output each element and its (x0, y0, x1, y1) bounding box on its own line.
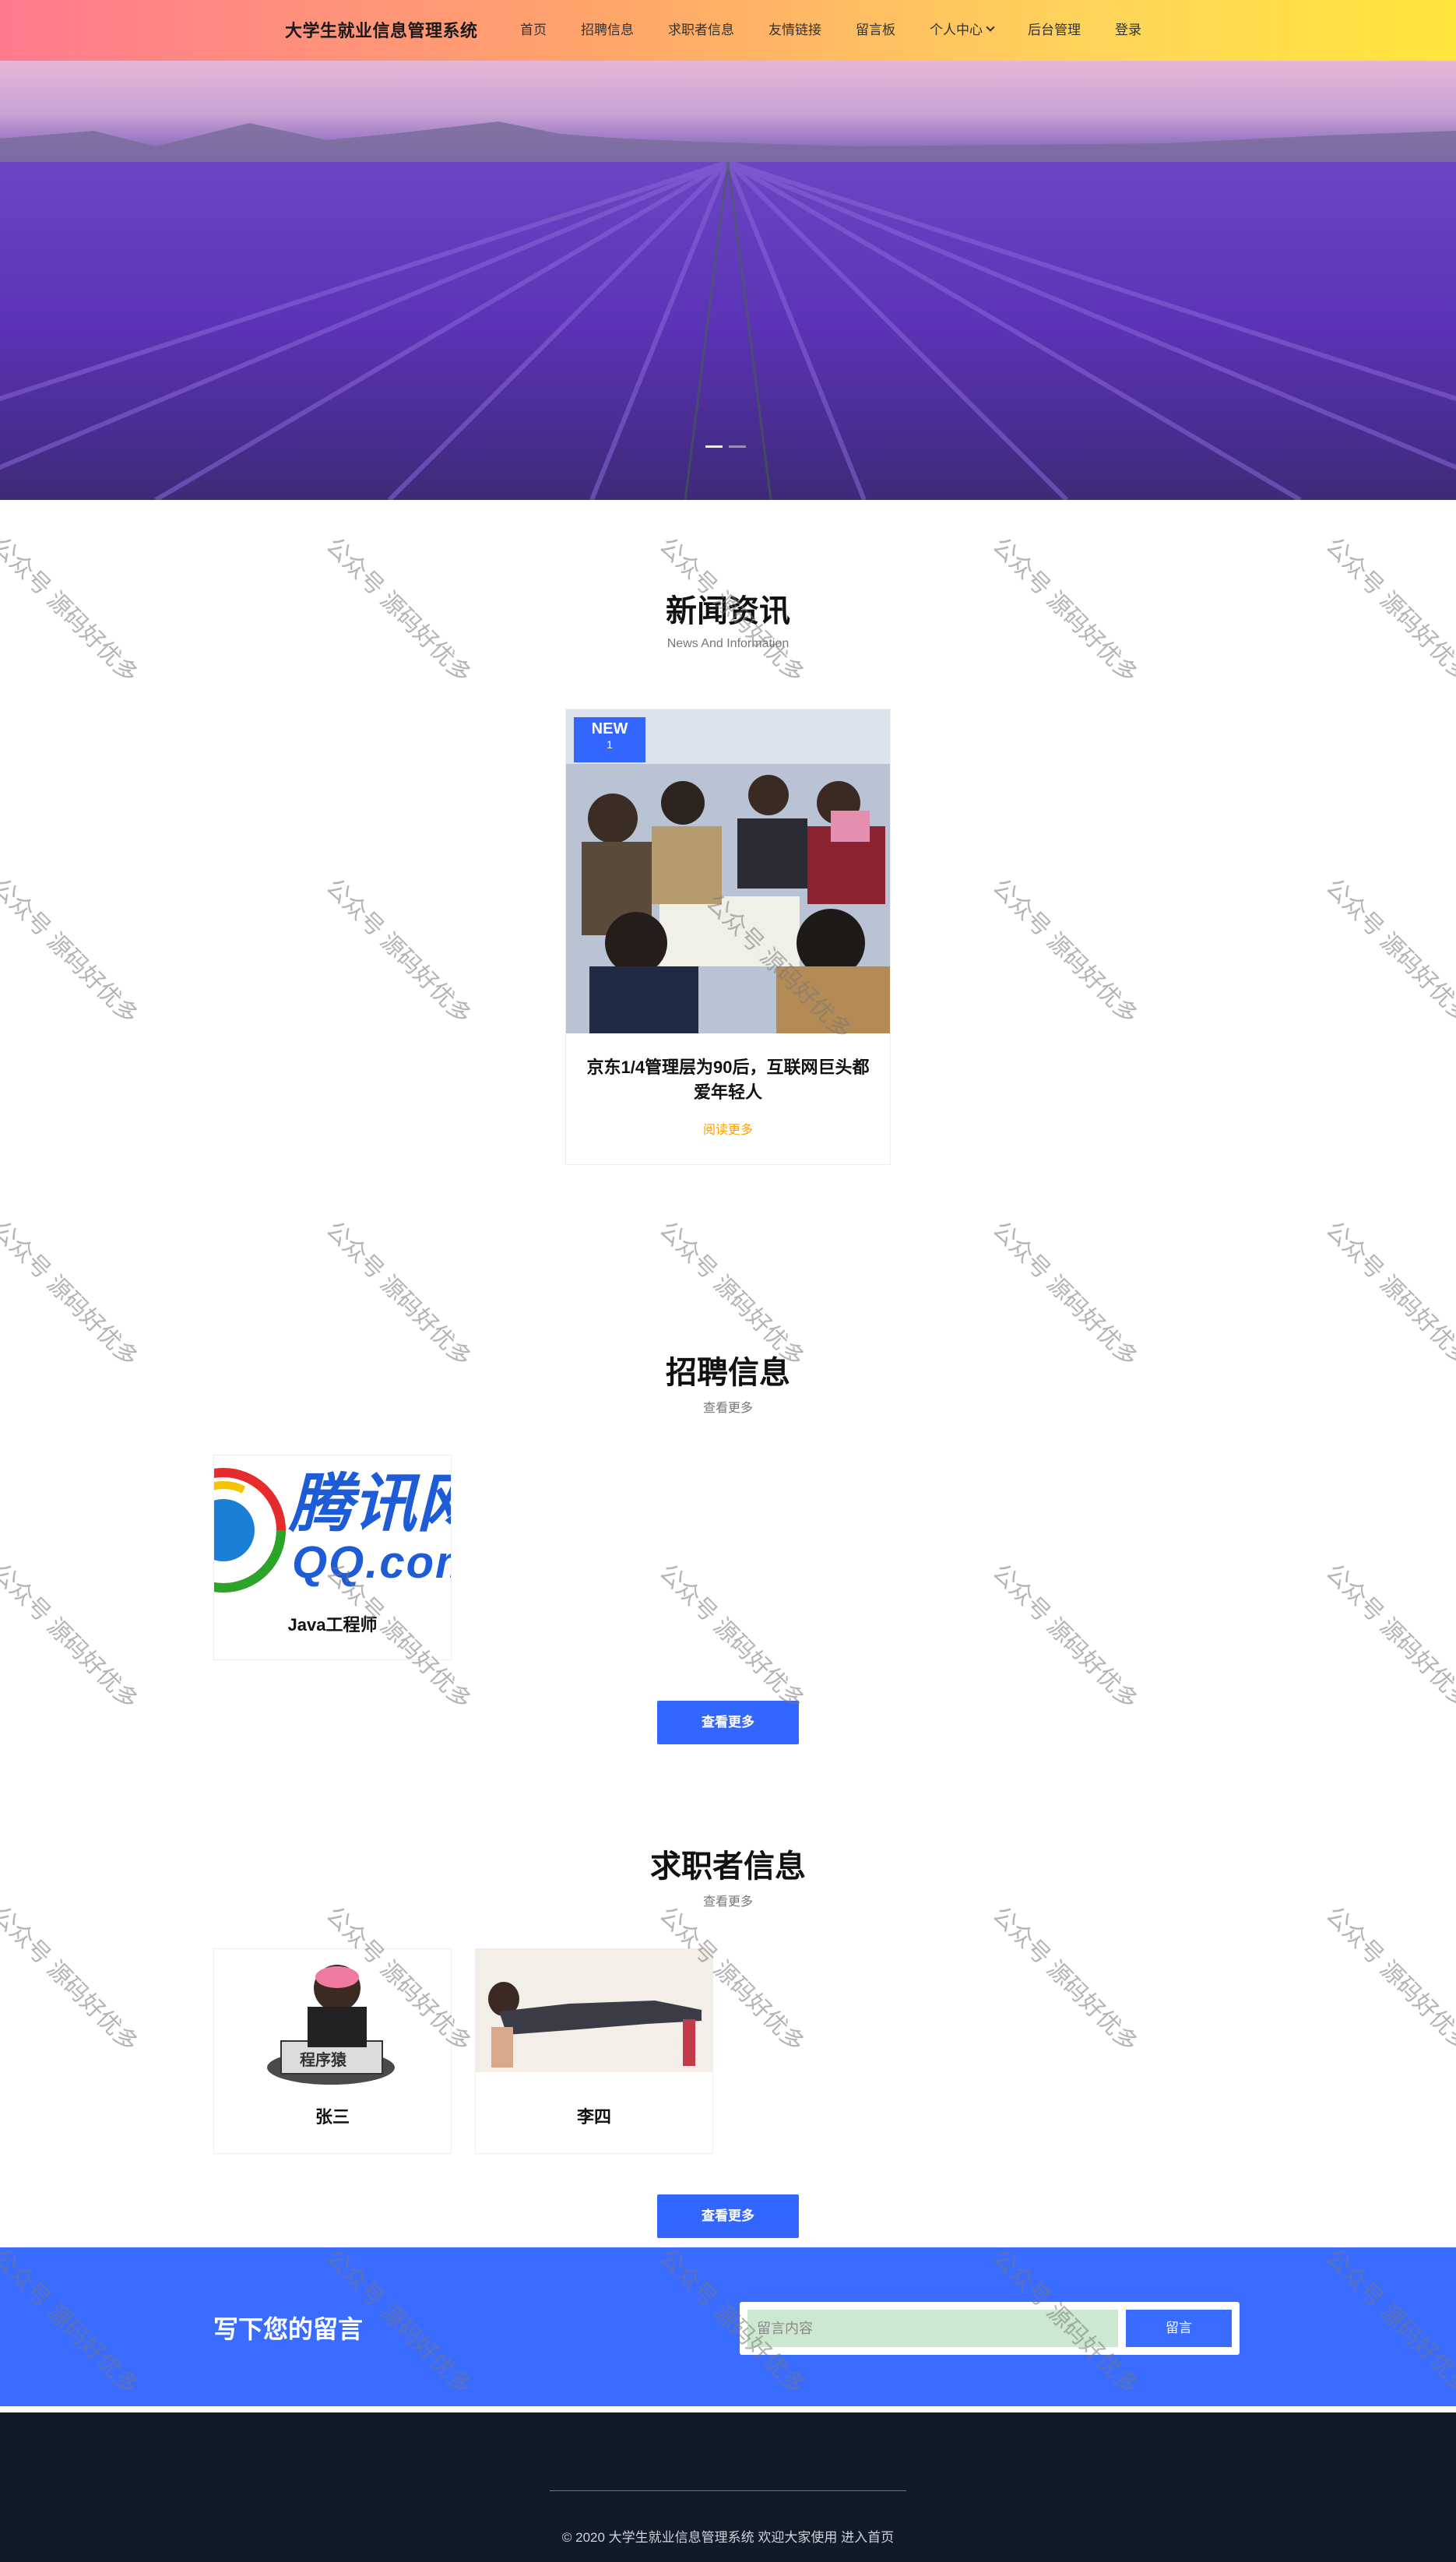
message-title: 写下您的留言 (213, 2315, 364, 2343)
watermark: 公众号 源码好优多 (0, 874, 143, 1029)
seeker-card[interactable]: 李四 (475, 1948, 713, 2154)
news-image: NEW 1 (566, 709, 890, 1033)
carousel-indicators (705, 445, 746, 448)
company-logo-text: 腾讯网 (289, 1469, 451, 1540)
new-badge-number: 1 (607, 738, 613, 751)
nav-jobs-label: 招聘信息 (581, 23, 634, 37)
message-section: 写下您的留言 留言 (0, 2247, 1456, 2406)
site-brand[interactable]: 大学生就业信息管理系统 (285, 17, 478, 42)
watermark: 公众号 源码好优多 (0, 1902, 143, 2057)
read-more-link[interactable]: 阅读更多 (566, 1119, 890, 1138)
nav-personal-center[interactable]: 个人中心 (930, 19, 995, 38)
seeker-name[interactable]: 李四 (476, 2103, 712, 2128)
seeker-avatar (476, 1949, 712, 2089)
top-navbar: 大学生就业信息管理系统 首页 招聘信息 求职者信息 友情链接 留言板 个人中心 … (0, 0, 1456, 61)
nav-guestbook-label: 留言板 (856, 23, 895, 37)
job-card[interactable]: 腾讯网 QQ.com Java工程师 (213, 1455, 452, 1660)
nav-seekers[interactable]: 求职者信息 (668, 19, 734, 38)
watermark: 公众号 源码好优多 (1321, 874, 1456, 1029)
jobs-more-button[interactable]: 查看更多 (657, 1701, 799, 1744)
seekers-section-subtitle[interactable]: 查看更多 (0, 1891, 1456, 1909)
mountain-silhouette (0, 121, 1456, 162)
lavender-field (0, 162, 1456, 500)
news-card[interactable]: NEW 1 京东1/4管理层为90后，互联网巨头都爱年轻人 阅读更多 (565, 709, 891, 1165)
company-logo: 腾讯网 QQ.com (214, 1455, 451, 1596)
job-title[interactable]: Java工程师 (214, 1611, 451, 1636)
watermark: 公众号 源码好优多 (0, 1559, 143, 1715)
watermark: 公众号 源码好优多 (1321, 1559, 1456, 1715)
nav-seekers-label: 求职者信息 (668, 23, 734, 37)
new-badge-label: NEW (591, 720, 628, 737)
nav-login[interactable]: 登录 (1115, 19, 1141, 38)
nav-jobs[interactable]: 招聘信息 (581, 19, 634, 38)
watermark: 公众号 源码好优多 (987, 874, 1143, 1029)
watermark: 公众号 源码好优多 (321, 874, 477, 1029)
message-input[interactable] (747, 2310, 1118, 2347)
avatar-caption: 程序猿 (300, 2052, 346, 2069)
nav-links[interactable]: 友情链接 (768, 19, 821, 38)
pushup-photo (476, 1949, 712, 2089)
seeker-name[interactable]: 张三 (214, 2103, 451, 2128)
message-form: 留言 (740, 2302, 1240, 2355)
carousel-dot-1[interactable] (705, 445, 723, 448)
nav-home[interactable]: 首页 (520, 19, 547, 38)
jobs-section-title: 招聘信息 (666, 1356, 790, 1390)
carousel-dot-2[interactable] (729, 445, 746, 448)
chevron-down-icon (986, 22, 995, 32)
new-badge: NEW 1 (574, 717, 645, 762)
jobs-section-subtitle[interactable]: 查看更多 (0, 1397, 1456, 1416)
nav-login-label: 登录 (1115, 23, 1141, 37)
nav-personal-center-label: 个人中心 (930, 23, 983, 37)
seekers-more-button[interactable]: 查看更多 (657, 2194, 799, 2238)
watermark: 公众号 源码好优多 (987, 1559, 1143, 1715)
company-logo-subtext: QQ.com (292, 1537, 451, 1588)
watermark: 公众号 源码好优多 (1321, 1902, 1456, 2057)
nav-links-label: 友情链接 (768, 23, 821, 37)
watermark: 公众号 源码好优多 (654, 1559, 810, 1715)
footer-divider (550, 2490, 906, 2491)
news-section-subtitle: News And Information (666, 637, 790, 650)
main-nav: 首页 招聘信息 求职者信息 友情链接 留言板 个人中心 后台管理 登录 (520, 19, 1176, 38)
seeker-avatar: 程序猿 (214, 1949, 451, 2089)
news-headline[interactable]: 京东1/4管理层为90后，互联网巨头都爱年轻人 (582, 1055, 874, 1105)
nav-admin-label: 后台管理 (1028, 23, 1081, 37)
message-submit-button[interactable]: 留言 (1126, 2310, 1232, 2347)
seekers-section-title: 求职者信息 (650, 1849, 806, 1884)
news-section-title: 新闻资讯 (666, 594, 790, 628)
footer-copyright: © 2020 大学生就业信息管理系统 欢迎大家使用 进入首页 (561, 2530, 895, 2545)
watermark: 公众号 源码好优多 (987, 1902, 1143, 2057)
footer: © 2020 大学生就业信息管理系统 欢迎大家使用 进入首页 (0, 2412, 1456, 2562)
nav-guestbook[interactable]: 留言板 (856, 19, 895, 38)
hero-banner[interactable] (0, 61, 1456, 500)
nav-admin[interactable]: 后台管理 (1028, 19, 1081, 38)
seeker-card[interactable]: 程序猿 张三 (213, 1948, 452, 2154)
nav-home-label: 首页 (520, 23, 547, 37)
